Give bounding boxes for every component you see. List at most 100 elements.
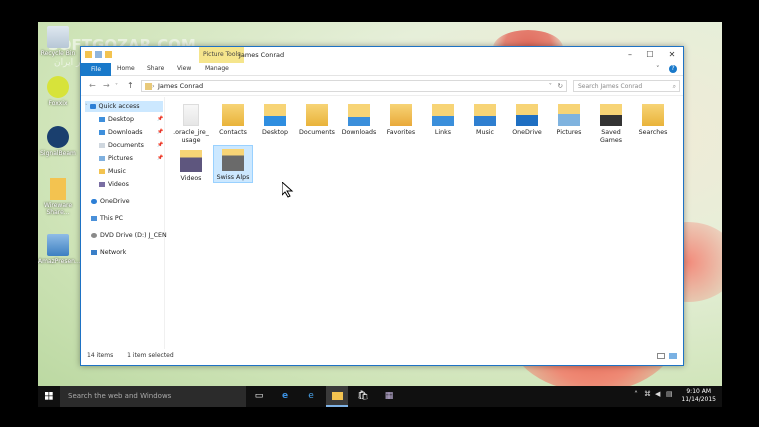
contacts-folder-icon	[222, 104, 244, 126]
links-folder-icon	[432, 104, 454, 126]
searches-folder-icon	[642, 104, 664, 126]
network-tray-icon[interactable]: ⌘	[644, 390, 651, 398]
maximize-button[interactable]: ☐	[641, 49, 659, 61]
pin-icon[interactable]: 📌	[157, 155, 163, 161]
chevron-down-icon[interactable]: ˅	[656, 65, 660, 73]
folder-saved-games[interactable]: Saved Games	[591, 101, 631, 144]
nav-pictures[interactable]: Pictures	[99, 153, 133, 164]
volume-icon[interactable]: ◀	[655, 390, 660, 398]
presentation-app-icon	[47, 234, 69, 256]
folder-icon	[85, 51, 92, 58]
pictures-icon	[99, 155, 105, 161]
task-view-icon[interactable]: ▭	[248, 386, 270, 407]
folder-desktop[interactable]: Desktop	[255, 101, 295, 137]
nav-videos[interactable]: Videos	[99, 179, 129, 190]
image-folder-icon	[222, 149, 244, 171]
saved-games-folder-icon	[600, 104, 622, 126]
chevron-right-icon: ›	[152, 82, 155, 90]
search-input[interactable]: Search James Conrad ⌕	[573, 80, 680, 92]
music-icon	[99, 168, 105, 174]
file-oracle-jre-usage[interactable]: .oracle_jre_ usage	[171, 101, 211, 144]
ribbon-tabs: File Home Share View Manage ˅ ?	[81, 63, 683, 76]
up-arrow-icon[interactable]: ↑	[127, 81, 134, 90]
desktop-icon-recycle-bin[interactable]: Recycle Bin	[38, 26, 78, 57]
pictures-folder-icon	[558, 104, 580, 126]
nav-onedrive[interactable]: OneDrive	[91, 196, 130, 207]
pin-icon[interactable]: 📌	[157, 129, 163, 135]
wifi-app-icon	[47, 126, 69, 148]
tab-share[interactable]: Share	[147, 65, 164, 72]
show-hidden-icons-icon[interactable]: ˄	[634, 390, 638, 399]
help-icon[interactable]: ?	[669, 65, 677, 73]
folder-documents[interactable]: Documents	[297, 101, 337, 137]
nav-dvd-drive[interactable]: DVD Drive (D:) J_CEN	[91, 230, 167, 241]
folder-icon	[183, 104, 199, 126]
download-icon	[99, 129, 105, 135]
folder-searches[interactable]: Searches	[633, 101, 673, 137]
refresh-icon[interactable]: ↻	[558, 81, 563, 92]
forward-arrow-icon[interactable]: →	[103, 81, 110, 90]
folder-pictures[interactable]: Pictures	[549, 101, 589, 137]
address-field[interactable]: › James Conrad ˅ ↻	[141, 80, 567, 92]
taskbar-search-box[interactable]: Search the web and Windows	[60, 386, 246, 407]
taskbar-clock[interactable]: 9:10 AM 11/14/2015	[681, 388, 716, 404]
smiley-app-icon	[47, 76, 69, 98]
nav-desktop[interactable]: Desktop	[99, 114, 134, 125]
internet-explorer-icon[interactable]: e	[300, 386, 322, 407]
start-button[interactable]	[38, 386, 60, 407]
pin-icon[interactable]: 📌	[157, 116, 163, 122]
store-icon[interactable]: 🛍	[352, 386, 374, 407]
desktop-icon-foxxix[interactable]: Foxxix	[38, 76, 78, 107]
edge-browser-icon[interactable]: e	[274, 386, 296, 407]
file-explorer-window[interactable]: Picture Tools James Conrad – ☐ ✕ File Ho…	[80, 46, 684, 366]
file-list: .oracle_jre_ usage Contacts Desktop Docu…	[171, 101, 681, 341]
nav-music[interactable]: Music	[99, 166, 126, 177]
desktop-icon	[99, 116, 105, 122]
new-folder-icon[interactable]	[105, 51, 112, 58]
window-title: James Conrad	[239, 51, 285, 59]
desktop-icon-signalbeam[interactable]: SignalBeam	[38, 126, 78, 157]
desktop-icon-wireware[interactable]: Wireware Share...	[38, 178, 78, 216]
pin-icon[interactable]: 📌	[157, 142, 163, 148]
folder-onedrive[interactable]: OneDrive	[507, 101, 547, 137]
nav-network[interactable]: Network	[91, 247, 126, 258]
folder-favorites[interactable]: Favorites	[381, 101, 421, 137]
large-icons-view-icon[interactable]	[669, 353, 677, 359]
properties-icon[interactable]	[95, 51, 102, 58]
item-count: 14 items	[87, 352, 114, 359]
tab-manage[interactable]: Manage	[205, 65, 229, 72]
tab-view[interactable]: View	[177, 65, 191, 72]
back-arrow-icon[interactable]: ←	[89, 81, 96, 90]
music-folder-icon	[474, 104, 496, 126]
file-explorer-taskbar-icon[interactable]	[326, 386, 348, 407]
picture-tools-context-tab[interactable]: Picture Tools	[199, 47, 245, 63]
desktop-icon-amazpresen[interactable]: AmazPresen...	[38, 234, 81, 265]
nav-downloads[interactable]: Downloads	[99, 127, 143, 138]
close-button[interactable]: ✕	[663, 49, 681, 61]
folder-videos[interactable]: Videos	[171, 147, 211, 183]
recent-locations-icon[interactable]: ˅	[115, 83, 118, 90]
navigation-pane: ˅ Quick access Desktop 📌 Downloads 📌 Doc…	[81, 97, 167, 349]
onedrive-folder-icon	[516, 104, 538, 126]
nav-documents[interactable]: Documents	[99, 140, 144, 151]
documents-folder-icon	[306, 104, 328, 126]
nav-this-pc[interactable]: This PC	[91, 213, 123, 224]
folder-links[interactable]: Links	[423, 101, 463, 137]
title-bar[interactable]: Picture Tools James Conrad – ☐ ✕	[81, 47, 683, 63]
clock-date: 11/14/2015	[681, 396, 716, 403]
minimize-button[interactable]: –	[621, 49, 639, 61]
recycle-bin-icon	[47, 26, 69, 48]
address-bar-row: ← → ˅ ↑ › James Conrad ˅ ↻ Search James …	[81, 76, 683, 96]
folder-contacts[interactable]: Contacts	[213, 101, 253, 137]
notifications-icon[interactable]: ▤	[666, 390, 673, 398]
address-dropdown-icon[interactable]: ˅	[549, 81, 552, 92]
details-view-icon[interactable]	[657, 353, 665, 359]
tab-home[interactable]: Home	[117, 65, 135, 72]
folder-downloads[interactable]: Downloads	[339, 101, 379, 137]
nav-quick-access[interactable]: ˅ Quick access	[85, 101, 163, 112]
selection-count: 1 item selected	[127, 352, 174, 359]
folder-music[interactable]: Music	[465, 101, 505, 137]
app-taskbar-icon[interactable]: ▦	[378, 386, 400, 407]
tab-file[interactable]: File	[81, 63, 111, 76]
folder-swiss-alps[interactable]: Swiss Alps	[213, 145, 253, 183]
